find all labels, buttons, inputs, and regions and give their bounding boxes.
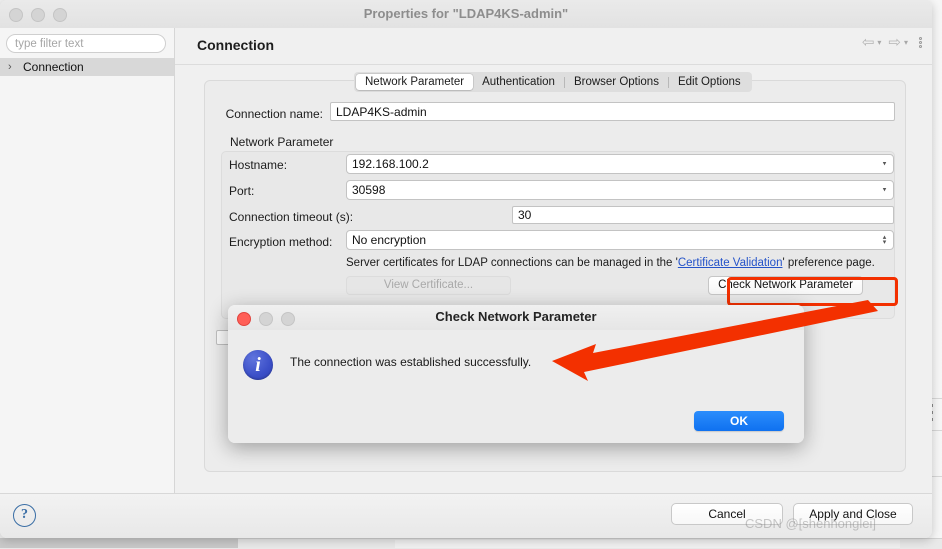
nav-controls: ⇦ ▾ ⇨ ▾ bbox=[862, 35, 923, 50]
hostname-value: 192.168.100.2 bbox=[352, 157, 429, 171]
dialog-titlebar: Check Network Parameter bbox=[228, 305, 804, 331]
sidebar: › Connection bbox=[0, 28, 175, 493]
forward-dropdown-icon[interactable]: ▾ bbox=[904, 38, 908, 47]
filter-input[interactable] bbox=[6, 34, 166, 53]
timeout-input[interactable] bbox=[512, 206, 894, 224]
help-icon[interactable]: ? bbox=[13, 504, 36, 527]
hostname-label: Hostname: bbox=[229, 158, 288, 172]
chevron-down-icon[interactable]: ▾ bbox=[880, 161, 889, 168]
sidebar-item-connection[interactable]: › Connection bbox=[0, 58, 174, 76]
chevron-updown-icon[interactable]: ▴ ▾ bbox=[880, 234, 889, 246]
forward-arrow-icon[interactable]: ⇨ bbox=[888, 35, 901, 50]
port-label: Port: bbox=[229, 184, 255, 198]
check-network-parameter-button[interactable]: Check Network Parameter bbox=[708, 276, 863, 295]
certificate-hint: Server certificates for LDAP connections… bbox=[346, 257, 875, 269]
port-combobox[interactable]: 30598 ▾ bbox=[346, 180, 894, 200]
encryption-select[interactable]: No encryption ▴ ▾ bbox=[346, 230, 894, 250]
content-header: Connection ⇦ ▾ ⇨ ▾ bbox=[175, 28, 932, 65]
network-parameter-group-title: Network Parameter bbox=[230, 135, 334, 149]
encryption-label: Encryption method: bbox=[229, 235, 333, 249]
chevron-down-icon[interactable]: ▾ bbox=[880, 187, 889, 194]
desktop-root: ▣ Properties for "LDAP4KS-admin" › Conne… bbox=[0, 0, 942, 549]
view-certificate-button: View Certificate... bbox=[346, 276, 511, 295]
info-icon: i bbox=[243, 350, 273, 380]
connection-name-input[interactable] bbox=[330, 102, 895, 121]
certificate-hint-suffix: ' preference page. bbox=[782, 257, 875, 269]
kebab-menu-icon[interactable] bbox=[919, 36, 923, 49]
tab-bar: Network Parameter Authentication Browser… bbox=[354, 72, 752, 92]
chevron-right-icon[interactable]: › bbox=[8, 61, 20, 73]
connection-name-label: Connection name: bbox=[225, 107, 323, 121]
background-taskbar-right bbox=[395, 540, 900, 548]
window-titlebar: Properties for "LDAP4KS-admin" bbox=[0, 0, 932, 29]
hostname-combobox[interactable]: 192.168.100.2 ▾ bbox=[346, 154, 894, 174]
timeout-label: Connection timeout (s): bbox=[229, 210, 354, 224]
background-taskbar-left bbox=[0, 538, 238, 548]
tab-network-parameter[interactable]: Network Parameter bbox=[356, 74, 474, 90]
certificate-hint-prefix: Server certificates for LDAP connections… bbox=[346, 257, 678, 269]
tab-authentication[interactable]: Authentication bbox=[473, 74, 564, 90]
back-dropdown-icon[interactable]: ▾ bbox=[877, 38, 881, 47]
tab-browser-options[interactable]: Browser Options bbox=[565, 74, 668, 90]
encryption-value: No encryption bbox=[352, 233, 427, 247]
certificate-validation-link[interactable]: Certificate Validation bbox=[678, 257, 783, 269]
sidebar-item-label: Connection bbox=[23, 60, 84, 74]
dialog-body: i The connection was established success… bbox=[228, 330, 804, 443]
tab-edit-options[interactable]: Edit Options bbox=[669, 74, 750, 90]
dialog-title: Check Network Parameter bbox=[435, 309, 597, 324]
page-title: Connection bbox=[197, 37, 274, 53]
dialog-message: The connection was established successfu… bbox=[290, 355, 532, 369]
port-value: 30598 bbox=[352, 183, 386, 197]
check-network-parameter-dialog: Check Network Parameter i The connection… bbox=[228, 305, 804, 443]
window-title: Properties for "LDAP4KS-admin" bbox=[363, 6, 569, 21]
watermark: CSDN @[shenhonglei] bbox=[745, 516, 876, 531]
back-arrow-icon[interactable]: ⇦ bbox=[862, 35, 875, 50]
dialog-ok-button[interactable]: OK bbox=[694, 411, 784, 431]
properties-window: Properties for "LDAP4KS-admin" › Connect… bbox=[0, 0, 932, 538]
